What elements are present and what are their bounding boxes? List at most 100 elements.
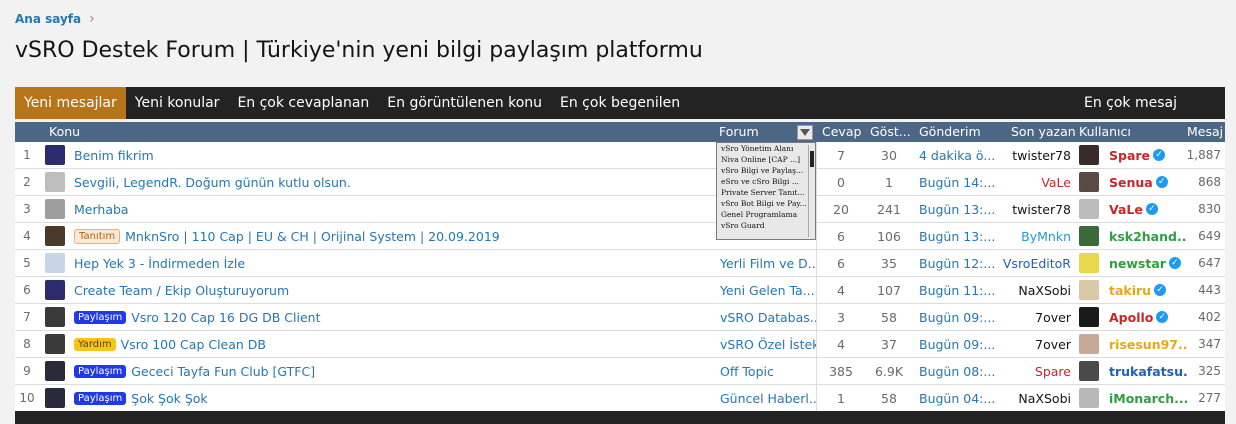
col-user[interactable]: Kullanıcı	[1079, 124, 1131, 139]
topic-title-link[interactable]: Benim fikrim	[74, 148, 154, 163]
forum-link[interactable]: Yerli Film ve D...	[720, 250, 816, 276]
topic-avatar[interactable]	[45, 307, 65, 327]
col-topic[interactable]: Konu	[49, 124, 80, 139]
topic-title-link[interactable]: MnknSro | 110 Cap | EU & CH | Orijinal S…	[125, 229, 500, 244]
tab-new-topics[interactable]: Yeni konular	[126, 87, 229, 119]
topic-avatar[interactable]	[45, 253, 65, 273]
forum-filter-option[interactable]: vSro Bilgi ve Paylaş...	[717, 165, 807, 176]
user-link[interactable]: VaLe	[1109, 202, 1143, 217]
last-poster-link[interactable]: ByMnkn	[1001, 223, 1071, 249]
forum-link[interactable]: vSRO Databas...	[720, 304, 816, 330]
sent-time-link[interactable]: Bugün 14:...	[919, 169, 1001, 195]
user-avatar[interactable]	[1079, 145, 1099, 165]
topic-title-link[interactable]: Hep Yek 3 - İndirmeden İzle	[74, 256, 245, 271]
topic-title-link[interactable]: Gececi Tayfa Fun Club [GTFC]	[131, 364, 315, 379]
sent-time-link[interactable]: Bugün 13:...	[919, 223, 1001, 249]
last-poster-link[interactable]: 7over	[1001, 304, 1071, 330]
topic-title-link[interactable]: Merhaba	[74, 202, 129, 217]
tab-most-messages[interactable]: En çok mesaj	[1075, 87, 1186, 119]
forum-filter-option[interactable]: eSro ve cSro Bilgi ...	[717, 176, 807, 187]
reply-count: 385	[829, 363, 853, 379]
dropdown-scrollbar[interactable]	[808, 145, 814, 237]
col-last-poster[interactable]: Son yazan	[1011, 124, 1076, 139]
last-poster-link[interactable]: VsroEditoR	[1001, 250, 1071, 276]
prefix-badge[interactable]: Paylaşım	[74, 364, 127, 378]
topic-title-link[interactable]: Sevgili, LegendR. Doğum günün kutlu olsu…	[74, 175, 351, 190]
prefix-badge[interactable]: Paylaşım	[74, 310, 127, 324]
last-poster-link[interactable]: NaXSobi	[1001, 385, 1071, 411]
sent-time-link[interactable]: Bugün 09:...	[919, 331, 1001, 357]
user-avatar[interactable]	[1079, 334, 1099, 354]
topic-title-link[interactable]: Vsro 120 Cap 16 DG DB Client	[131, 310, 320, 325]
topic-title-link[interactable]: Create Team / Ekip Oluşturuyorum	[74, 283, 289, 298]
topic-avatar[interactable]	[45, 388, 65, 408]
topic-avatar[interactable]	[45, 199, 65, 219]
user-link[interactable]: ksk2hand...	[1109, 229, 1187, 244]
user-link[interactable]: Spare	[1109, 148, 1150, 163]
forum-filter-option[interactable]: Genel Programlama	[717, 209, 807, 220]
tab-most-viewed[interactable]: En görüntülenen konu	[378, 87, 551, 119]
user-link[interactable]: Apollo	[1109, 310, 1153, 325]
prefix-badge[interactable]: Tanıtım	[74, 228, 121, 244]
forum-filter-option[interactable]: vSro Yönetim Alanı	[717, 143, 807, 154]
user-avatar[interactable]	[1079, 172, 1099, 192]
user-avatar[interactable]	[1079, 199, 1099, 219]
sent-time-link[interactable]: Bugün 04:...	[919, 385, 1001, 411]
topic-avatar[interactable]	[45, 361, 65, 381]
user-link[interactable]: iMonarch...	[1109, 391, 1187, 406]
sent-time-link[interactable]: Bugün 11:...	[919, 277, 1001, 303]
tab-most-replied[interactable]: En çok cevaplanan	[228, 87, 378, 119]
col-sent[interactable]: Gönderim	[919, 124, 981, 139]
col-views[interactable]: Göst...	[870, 124, 914, 139]
user-avatar[interactable]	[1079, 388, 1099, 408]
forum-filter-dropdown[interactable]: vSro Yönetim Alanı Niva Online [CAP ...] v…	[716, 142, 816, 240]
user-avatar[interactable]	[1079, 253, 1099, 273]
topic-avatar[interactable]	[45, 334, 65, 354]
last-poster-link[interactable]: Spare	[1001, 358, 1071, 384]
forum-filter-dropdown-button[interactable]	[797, 125, 813, 140]
user-link[interactable]: takiru	[1109, 283, 1151, 298]
user-link[interactable]: Senua	[1109, 175, 1153, 190]
topic-avatar[interactable]	[45, 280, 65, 300]
sent-time-link[interactable]: Bugün 08:...	[919, 358, 1001, 384]
prefix-badge[interactable]: Paylaşım	[74, 391, 127, 405]
user-avatar[interactable]	[1079, 307, 1099, 327]
user-link[interactable]: trukafatsu...	[1109, 364, 1187, 379]
forum-link[interactable]: vSRO Özel İstek	[720, 331, 816, 357]
topic-avatar[interactable]	[45, 172, 65, 192]
forum-filter-option[interactable]: Private Server Tanıt...	[717, 187, 807, 198]
forum-link[interactable]: Off Topic	[720, 358, 816, 384]
tab-new-messages[interactable]: Yeni mesajlar	[15, 87, 126, 119]
last-poster-link[interactable]: VaLe	[1001, 169, 1071, 195]
user-link[interactable]: risesun97...	[1109, 337, 1187, 352]
last-poster-link[interactable]: 7over	[1001, 331, 1071, 357]
forum-filter-option[interactable]: vSro Guard	[717, 220, 807, 231]
user-avatar[interactable]	[1079, 226, 1099, 246]
last-poster-link[interactable]: twister78	[1001, 196, 1071, 222]
topic-avatar[interactable]	[45, 226, 65, 246]
col-messages[interactable]: Mesaj	[1187, 124, 1223, 139]
user-link[interactable]: newstar	[1109, 256, 1166, 271]
sent-time-link[interactable]: 4 dakika ö...	[919, 142, 1001, 168]
tab-most-liked[interactable]: En çok begenilen	[551, 87, 689, 119]
scrollbar-thumb[interactable]	[810, 151, 814, 167]
breadcrumb-home-link[interactable]: Ana sayfa	[15, 12, 81, 26]
sent-time-link[interactable]: Bugün 12:...	[919, 250, 1001, 276]
prefix-badge[interactable]: Yardım	[74, 337, 116, 351]
last-poster-link[interactable]: twister78	[1001, 142, 1071, 168]
last-poster-link[interactable]: NaXSobi	[1001, 277, 1071, 303]
sent-time-link[interactable]: Bugün 09:...	[919, 304, 1001, 330]
user-avatar[interactable]	[1079, 280, 1099, 300]
col-replies[interactable]: Cevap	[822, 124, 861, 139]
topic-title-link[interactable]: Şok Şok Şok	[131, 391, 207, 406]
forum-link[interactable]: Yeni Gelen Ta...	[720, 277, 816, 303]
topic-cell: Sevgili, LegendR. Doğum günün kutlu olsu…	[74, 169, 714, 195]
forum-filter-option[interactable]: Niva Online [CAP ...]	[717, 154, 807, 165]
forum-link[interactable]: Güncel Haberl...	[720, 385, 816, 411]
sent-time-link[interactable]: Bugün 13:...	[919, 196, 1001, 222]
user-avatar[interactable]	[1079, 361, 1099, 381]
topic-title-link[interactable]: Vsro 100 Cap Clean DB	[121, 337, 266, 352]
topic-avatar[interactable]	[45, 145, 65, 165]
forum-filter-option[interactable]: vSro Bot Bilgi ve Pay...	[717, 198, 807, 209]
col-forum[interactable]: Forum	[719, 124, 759, 139]
